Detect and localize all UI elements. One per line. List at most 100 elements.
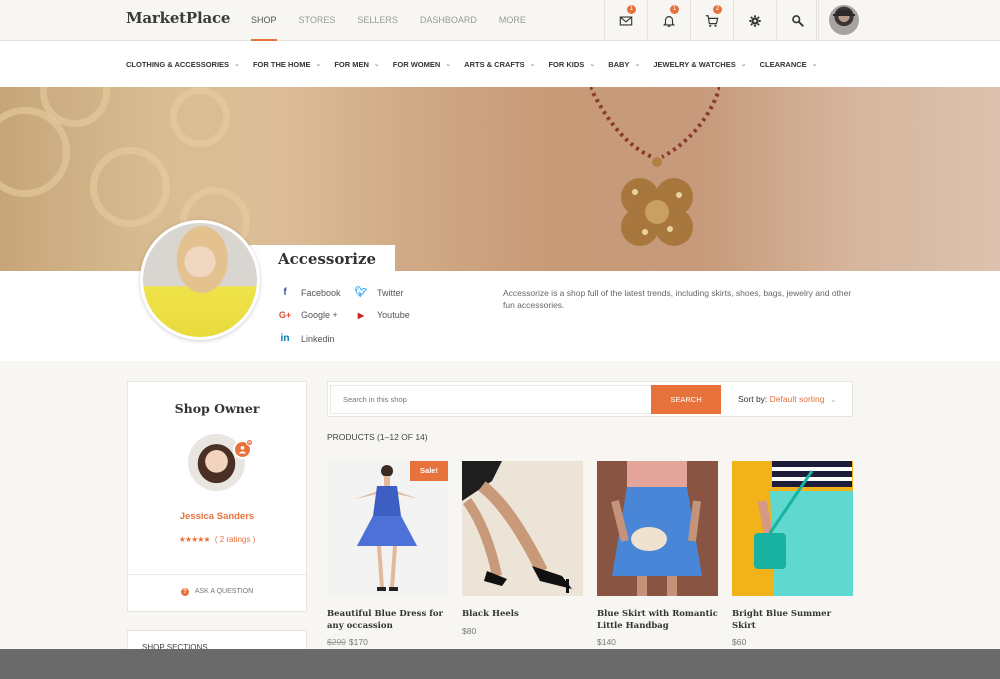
necklace-image <box>590 87 720 246</box>
category-baby[interactable]: BABY ⌄ <box>608 60 640 69</box>
settings-button[interactable] <box>733 0 776 41</box>
user-avatar[interactable] <box>829 5 859 35</box>
rating-stars-icon: ★★★★★ <box>178 535 211 544</box>
category-women[interactable]: FOR WOMEN ⌄ <box>393 60 451 69</box>
category-jewelry[interactable]: JEWELRY & WATCHES ⌄ <box>653 60 746 69</box>
category-men[interactable]: FOR MEN ⌄ <box>334 60 379 69</box>
black-heels-image <box>462 461 572 593</box>
owner-rating: ★★★★★ ( 2 ratings ) <box>128 535 306 544</box>
summer-skirt-image <box>732 461 853 596</box>
chevron-down-icon: ⌄ <box>589 61 596 68</box>
product-image[interactable] <box>732 461 853 596</box>
category-arts[interactable]: ARTS & CRAFTS ⌄ <box>464 60 535 69</box>
bell-badge: 1 <box>670 5 679 14</box>
sort-dropdown[interactable]: Sort by: Default sorting ⌄ <box>738 394 836 404</box>
shop-search-bar: SEARCH Sort by: Default sorting⌄ <box>327 381 853 417</box>
search-button[interactable] <box>776 0 819 41</box>
shop-name: Accessorize <box>278 250 377 268</box>
nav-sellers[interactable]: SELLERS <box>357 0 398 41</box>
owner-name[interactable]: Jessica Sanders <box>128 511 306 522</box>
product-title[interactable]: Black Heels <box>462 609 583 621</box>
chevron-down-icon: ⌄ <box>234 61 240 68</box>
linkedin-link[interactable]: in Linkedin <box>278 333 335 344</box>
twitter-link[interactable]: 🐦︎ Twitter <box>354 287 404 298</box>
owner-title: Shop Owner <box>174 401 260 416</box>
product-card[interactable]: Black Heels $80 <box>462 461 583 636</box>
googleplus-link[interactable]: G+ Google + <box>278 310 338 320</box>
bell-icon <box>662 15 676 27</box>
ask-question-button[interactable]: ? ASK A QUESTION <box>128 588 306 596</box>
product-card[interactable]: Sale! Beautiful Blue Dress for any occas… <box>327 461 448 647</box>
product-title[interactable]: Bright Blue Summer Skirt <box>732 609 853 632</box>
product-price: $60 <box>732 637 747 647</box>
site-logo[interactable]: MarketPlace <box>126 9 230 27</box>
chevron-down-icon: ⌄ <box>811 61 818 68</box>
chevron-down-icon: ⌄ <box>634 61 641 68</box>
product-card[interactable]: Bright Blue Summer Skirt $60 <box>732 461 853 647</box>
banner-swirl <box>90 147 170 227</box>
cart-badge: 2 <box>713 5 722 14</box>
category-clothing[interactable]: CLOTHING & ACCESSORIES ⌄ <box>126 60 240 69</box>
product-price: $299 $170 <box>327 637 368 647</box>
chevron-down-icon: ⌄ <box>315 61 322 68</box>
twitter-icon: 🐦︎ <box>354 287 368 298</box>
messages-button[interactable]: 1 <box>604 0 647 41</box>
divider <box>128 574 306 575</box>
youtube-icon: ▶ <box>357 310 365 320</box>
product-title[interactable]: Blue Skirt with Romantic Little Handbag <box>597 609 718 632</box>
gear-icon <box>749 14 761 27</box>
category-kids[interactable]: FOR KIDS ⌄ <box>548 60 595 69</box>
facebook-link[interactable]: f Facebook <box>278 287 340 298</box>
header-icons: 1 1 2 <box>604 0 819 41</box>
header-divider <box>816 0 817 41</box>
nav-more[interactable]: MORE <box>499 0 526 41</box>
nav-shop[interactable]: SHOP <box>251 0 277 41</box>
chevron-down-icon: ⌄ <box>445 61 452 68</box>
chevron-down-icon: ⌄ <box>373 61 380 68</box>
notifications-button[interactable]: 1 <box>647 0 690 41</box>
close-icon: ✕ <box>246 439 253 446</box>
product-image[interactable] <box>597 461 718 596</box>
category-nav: CLOTHING & ACCESSORIES ⌄ FOR THE HOME ⌄ FO… <box>0 41 1000 87</box>
mail-icon <box>619 15 633 26</box>
product-card[interactable]: Blue Skirt with Romantic Little Handbag … <box>597 461 718 647</box>
product-price: $140 <box>597 637 616 647</box>
shop-avatar <box>140 220 260 340</box>
facebook-icon: f <box>283 287 287 298</box>
linkedin-icon: in <box>280 333 290 344</box>
cart-icon <box>705 14 719 27</box>
blue-skirt-image <box>597 461 718 596</box>
chevron-down-icon: ⌄ <box>740 61 747 68</box>
bottom-bar <box>0 649 1000 679</box>
category-home[interactable]: FOR THE HOME ⌄ <box>253 60 321 69</box>
nav-stores[interactable]: STORES <box>299 0 336 41</box>
category-clearance[interactable]: CLEARANCE ⌄ <box>760 60 818 69</box>
main-nav: SHOP STORES SELLERS DASHBOARD MORE <box>251 0 548 41</box>
search-icon <box>791 14 804 27</box>
shop-description: Accessorize is a shop full of the latest… <box>503 288 852 310</box>
youtube-link[interactable]: ▶ Youtube <box>354 310 410 320</box>
chevron-down-icon: ⌄ <box>830 397 837 404</box>
product-image[interactable]: Sale! <box>327 461 448 596</box>
owner-profile-icon[interactable]: ✕ <box>233 439 253 459</box>
top-header: MarketPlace SHOP STORES SELLERS DASHBOAR… <box>0 0 1000 41</box>
mail-badge: 1 <box>627 5 636 14</box>
cart-button[interactable]: 2 <box>690 0 733 41</box>
shop-search-input[interactable] <box>330 385 652 414</box>
blue-dress-image <box>355 465 419 591</box>
ratings-count[interactable]: ( 2 ratings ) <box>215 535 255 544</box>
chevron-down-icon: ⌄ <box>529 61 536 68</box>
search-submit-button[interactable]: SEARCH <box>651 385 721 414</box>
shop-banner <box>0 87 1000 271</box>
results-count: PRODUCTS (1–12 OF 14) <box>327 432 428 442</box>
user-icon <box>239 446 246 454</box>
googleplus-icon: G+ <box>278 310 292 320</box>
banner-swirl <box>170 87 230 147</box>
shop-owner-card: Shop Owner ✕ Jessica Sanders ★★★★★ ( 2 r… <box>127 381 307 612</box>
product-title[interactable]: Beautiful Blue Dress for any occassion <box>327 609 448 632</box>
product-price: $80 <box>462 625 477 636</box>
product-image[interactable] <box>462 461 583 596</box>
question-icon: ? <box>180 588 189 596</box>
sale-badge: Sale! <box>410 461 448 481</box>
nav-dashboard[interactable]: DASHBOARD <box>420 0 477 41</box>
